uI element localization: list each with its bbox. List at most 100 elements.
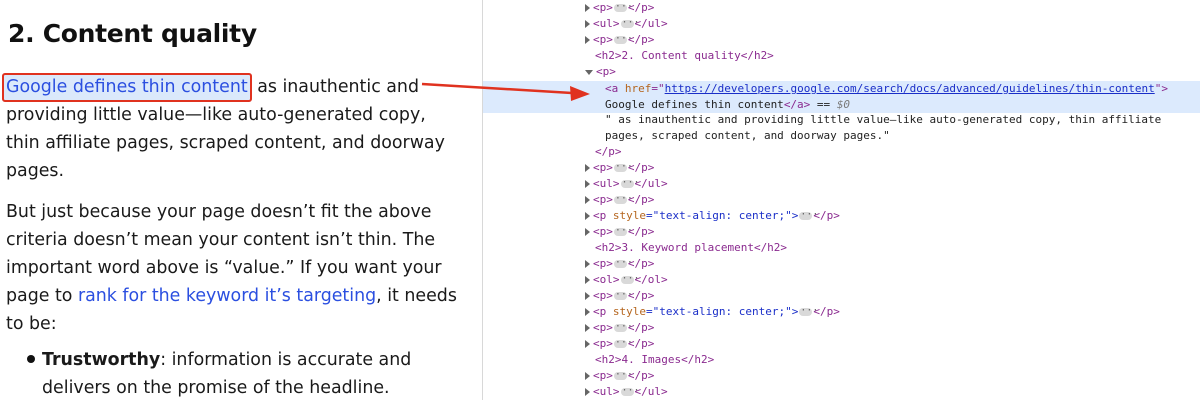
paragraph-line: providing little value—like auto-generat… <box>6 105 426 125</box>
ellipsis-icon[interactable] <box>613 287 633 303</box>
list-item-term: Trustworthy <box>42 350 161 370</box>
dom-node-p[interactable]: <p></p> <box>483 191 1200 208</box>
dom-node-p[interactable]: <p></p> <box>483 319 1200 336</box>
google-thin-content-link[interactable]: Google defines thin content <box>2 73 252 102</box>
dom-node-p[interactable]: <p></p> <box>483 335 1200 352</box>
dom-node-ol[interactable]: <ol></ol> <box>483 271 1200 288</box>
expand-triangle-icon[interactable] <box>585 36 590 44</box>
bullet-icon <box>27 355 35 363</box>
dom-node-ul[interactable]: <ul></ul> <box>483 15 1200 32</box>
ellipsis-icon[interactable] <box>613 223 633 239</box>
expand-triangle-icon[interactable] <box>585 180 590 188</box>
ellipsis-icon[interactable] <box>620 383 640 399</box>
ellipsis-icon[interactable] <box>613 0 633 15</box>
tag-open: <p> <box>593 321 613 334</box>
tag-open: <ul> <box>593 177 620 190</box>
devtools-elements-panel: <p></p> <ul></ul> <p></p> <h2>2. Content… <box>482 0 1200 400</box>
section-heading: 2. Content quality <box>8 19 257 48</box>
list-line: Trustworthy: information is accurate and <box>42 346 411 374</box>
paragraph-line: to be: <box>6 314 57 334</box>
dom-node-p-centered[interactable]: <p style="text-align: center;"></p> <box>483 303 1200 320</box>
tag-open: <p> <box>593 225 613 238</box>
tag-close: </a> <box>783 98 811 111</box>
tag-open: <ol> <box>593 273 620 286</box>
ellipsis-icon[interactable] <box>613 31 633 47</box>
ellipsis-icon[interactable] <box>613 335 633 351</box>
paragraph-line: thin affiliate pages, scraped content, a… <box>6 133 445 153</box>
expand-triangle-icon[interactable] <box>585 228 590 236</box>
tag-open: <p <box>593 209 613 222</box>
paragraph-line: pages. <box>6 161 65 181</box>
tag-open: <p> <box>593 1 613 14</box>
dom-node-p[interactable]: <p></p> <box>483 223 1200 240</box>
tag-close: </p> <box>595 145 622 158</box>
dom-text-node[interactable]: pages, scraped content, and doorway page… <box>483 128 1200 144</box>
expand-triangle-icon[interactable] <box>585 212 590 220</box>
ellipsis-icon[interactable] <box>613 159 633 175</box>
dom-node-a-selected-text[interactable]: Google defines thin content</a> == $0 <box>483 97 1200 113</box>
tag-open: <ul> <box>593 17 620 30</box>
rank-keyword-link[interactable]: rank for the keyword it’s targeting <box>78 286 376 306</box>
ellipsis-icon[interactable] <box>799 303 818 319</box>
collapse-triangle-icon[interactable] <box>585 69 593 75</box>
expand-triangle-icon[interactable] <box>585 164 590 172</box>
expand-triangle-icon[interactable] <box>585 292 590 300</box>
ellipsis-icon[interactable] <box>620 271 640 287</box>
expand-triangle-icon[interactable] <box>585 324 590 332</box>
ellipsis-icon[interactable] <box>613 191 633 207</box>
dom-text-node[interactable]: " as inauthentic and providing little va… <box>483 112 1200 128</box>
dom-node-p-expanded[interactable]: <p> <box>483 64 1200 80</box>
paragraph-thin-content: Google defines thin content as inauthent… <box>2 73 445 185</box>
tag-open: <p> <box>596 65 616 78</box>
text-node-content: pages, scraped content, and doorway page… <box>605 129 890 142</box>
tag-close: "> <box>1154 82 1168 95</box>
ellipsis-icon[interactable] <box>613 367 633 383</box>
dom-node-p[interactable]: <p></p> <box>483 159 1200 176</box>
tag-open: <ul> <box>593 385 620 398</box>
dom-node-p[interactable]: <p></p> <box>483 255 1200 272</box>
paragraph-text: , it needs <box>376 286 457 306</box>
paragraph-line: But just because your page doesn’t fit t… <box>6 202 432 222</box>
expand-triangle-icon[interactable] <box>585 372 590 380</box>
dom-node-p[interactable]: <p></p> <box>483 287 1200 304</box>
dom-node-p[interactable]: <p></p> <box>483 31 1200 48</box>
ellipsis-icon[interactable] <box>613 319 633 335</box>
dom-node-ul[interactable]: <ul></ul> <box>483 383 1200 400</box>
paragraph-line: page to rank for the keyword it’s target… <box>6 282 457 310</box>
tag-open: <p> <box>593 369 613 382</box>
paragraph-text: as inauthentic and <box>251 77 419 97</box>
attr-name: style <box>612 209 646 222</box>
dom-node-p[interactable]: <p></p> <box>483 367 1200 384</box>
expand-triangle-icon[interactable] <box>585 260 590 268</box>
attr-value: ="text-align: center;"> <box>646 209 799 222</box>
dom-node-a-selected[interactable]: <a href="https://developers.google.com/s… <box>483 81 1200 98</box>
paragraph-line: important word above is “value.” If you … <box>6 258 442 278</box>
dom-node-p-close[interactable]: </p> <box>483 144 1200 160</box>
expand-triangle-icon[interactable] <box>585 276 590 284</box>
expand-triangle-icon[interactable] <box>585 196 590 204</box>
dom-node-ul[interactable]: <ul></ul> <box>483 175 1200 192</box>
attr-name: style <box>612 305 646 318</box>
dom-node-p[interactable]: <p></p> <box>483 0 1200 16</box>
expand-triangle-icon[interactable] <box>585 20 590 28</box>
text-node-content: " as inauthentic and providing little va… <box>605 113 1162 126</box>
ellipsis-icon[interactable] <box>620 15 640 31</box>
ellipsis-icon[interactable] <box>613 255 633 271</box>
paragraph-text: page to <box>6 286 78 306</box>
h2-node-text: <h2>3. Keyword placement</h2> <box>595 241 788 254</box>
dom-node-h2[interactable]: <h2>2. Content quality</h2> <box>483 48 1200 64</box>
expand-triangle-icon[interactable] <box>585 4 590 12</box>
dom-node-p-centered[interactable]: <p style="text-align: center;"></p> <box>483 207 1200 224</box>
attr-name: href <box>624 82 652 95</box>
paragraph-line: Google defines thin content as inauthent… <box>2 73 445 102</box>
tag-open: <p> <box>593 193 613 206</box>
dom-node-h2[interactable]: <h2>4. Images</h2> <box>483 352 1200 368</box>
href-url-link[interactable]: https://developers.google.com/search/doc… <box>665 82 1155 95</box>
ellipsis-icon[interactable] <box>799 207 818 223</box>
dom-node-h2[interactable]: <h2>3. Keyword placement</h2> <box>483 240 1200 256</box>
expand-triangle-icon[interactable] <box>585 388 590 396</box>
expand-triangle-icon[interactable] <box>585 308 590 316</box>
attr-eq: =" <box>651 82 665 95</box>
expand-triangle-icon[interactable] <box>585 340 590 348</box>
ellipsis-icon[interactable] <box>620 175 640 191</box>
